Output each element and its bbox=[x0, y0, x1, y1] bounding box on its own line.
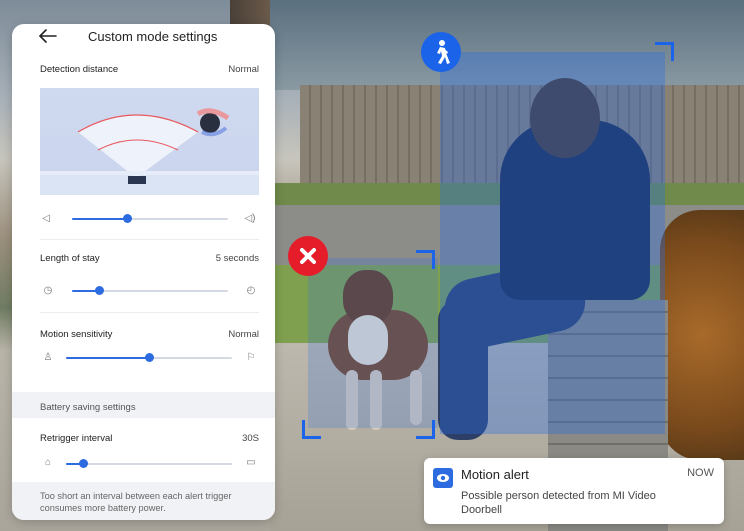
person-running-icon: ⚐ bbox=[246, 352, 256, 363]
person-still-icon: ♙ bbox=[43, 352, 53, 363]
detection-range-illustration bbox=[40, 88, 259, 195]
custom-mode-settings-panel: Custom mode settings Detection distance … bbox=[12, 24, 275, 520]
length-of-stay-label: Length of stay bbox=[40, 253, 100, 264]
dog-detection-box bbox=[308, 258, 438, 428]
volume-low-icon: ◁ bbox=[42, 213, 50, 224]
person-walking-icon bbox=[421, 32, 461, 72]
detection-distance-slider[interactable] bbox=[72, 212, 228, 226]
panel-title: Custom mode settings bbox=[88, 29, 218, 44]
retrigger-interval-value: 30S bbox=[242, 433, 259, 444]
divider bbox=[40, 312, 259, 313]
retrigger-interval-label: Retrigger interval bbox=[40, 433, 113, 444]
motion-sensitivity-value: Normal bbox=[228, 329, 259, 340]
battery-low-icon: ⌂ bbox=[44, 457, 52, 468]
person-detection-box bbox=[440, 52, 665, 434]
retrigger-interval-row: Retrigger interval 30S bbox=[40, 433, 259, 444]
length-of-stay-value: 5 seconds bbox=[215, 253, 259, 264]
notification-time: NOW bbox=[687, 467, 714, 479]
detection-distance-label: Detection distance bbox=[40, 64, 119, 75]
battery-section-header: Battery saving settings bbox=[40, 402, 136, 413]
close-x-icon bbox=[288, 236, 328, 276]
volume-high-icon: ◁) bbox=[244, 213, 256, 224]
bush bbox=[660, 210, 744, 460]
panel-header: Custom mode settings bbox=[12, 24, 275, 50]
box-corner bbox=[416, 250, 435, 269]
slider-knob[interactable] bbox=[145, 353, 154, 362]
motion-sensitivity-row: Motion sensitivity Normal bbox=[40, 329, 259, 340]
motion-sensitivity-slider[interactable] bbox=[66, 351, 232, 365]
detection-distance-row: Detection distance Normal bbox=[40, 64, 259, 75]
box-corner bbox=[416, 420, 435, 439]
box-corner bbox=[302, 420, 321, 439]
motion-alert-notification[interactable]: Motion alert NOW Possible person detecte… bbox=[424, 458, 724, 524]
timer-long-icon: ◴ bbox=[246, 285, 256, 296]
back-arrow-icon[interactable] bbox=[38, 28, 58, 44]
motion-sensitivity-label: Motion sensitivity bbox=[40, 329, 113, 340]
divider bbox=[40, 239, 259, 240]
slider-knob[interactable] bbox=[122, 214, 132, 223]
slider-knob[interactable] bbox=[94, 286, 104, 295]
notification-title: Motion alert bbox=[461, 467, 529, 482]
timer-short-icon: ◷ bbox=[43, 285, 53, 296]
length-of-stay-slider[interactable] bbox=[72, 284, 228, 298]
camera-eye-icon bbox=[433, 468, 453, 488]
length-of-stay-row: Length of stay 5 seconds bbox=[40, 253, 259, 264]
retrigger-interval-slider[interactable] bbox=[66, 457, 232, 471]
notification-body: Possible person detected from MI Video D… bbox=[461, 490, 656, 516]
detection-distance-value: Normal bbox=[228, 64, 259, 75]
battery-footnote: Too short an interval between each alert… bbox=[40, 491, 232, 513]
slider-knob[interactable] bbox=[78, 459, 88, 468]
battery-full-icon: ▭ bbox=[246, 457, 256, 468]
box-corner bbox=[655, 42, 674, 61]
